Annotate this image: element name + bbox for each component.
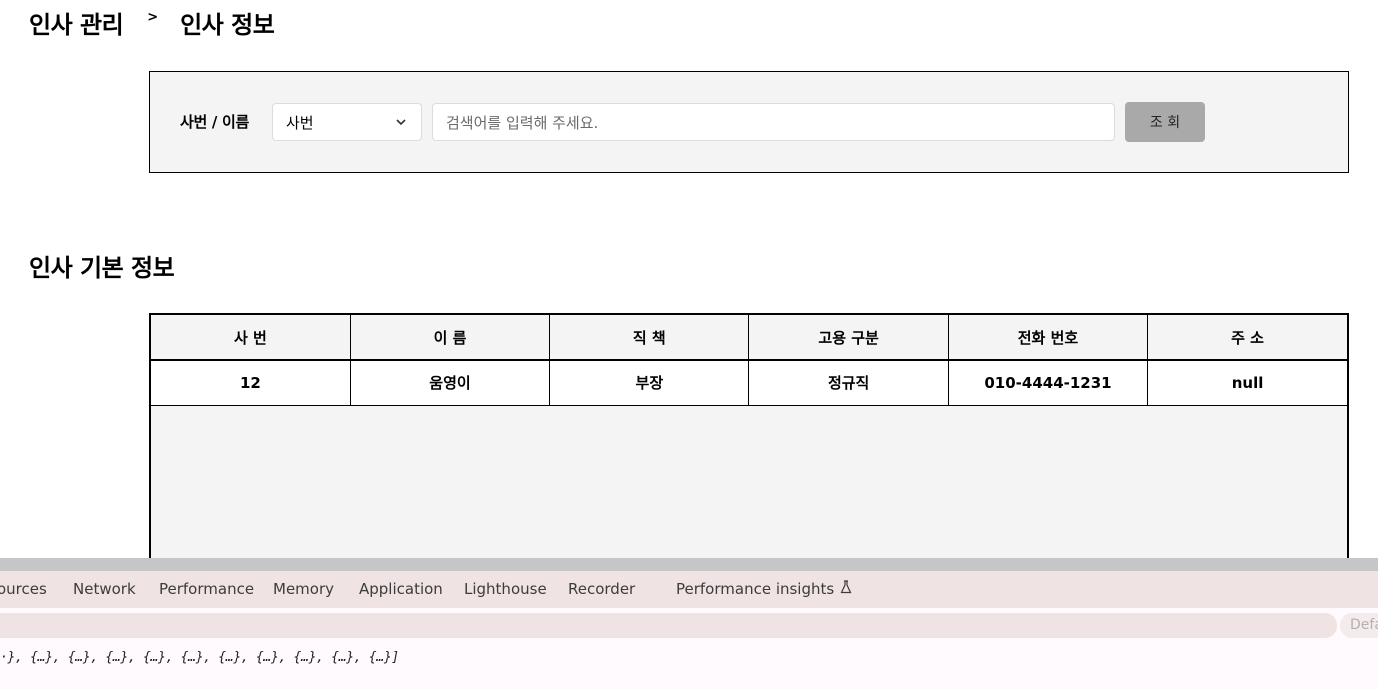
breadcrumb: 인사 관리 > 인사 정보	[29, 5, 275, 40]
table-cell: 12	[151, 360, 351, 406]
search-type-select[interactable]: 사번	[272, 103, 422, 141]
breadcrumb-separator-icon: >	[147, 9, 159, 25]
table-row[interactable]: 12 움영이 부장 정규직 010-4444-1231 null	[151, 360, 1347, 406]
tab-performance-insights[interactable]: Performance insights	[676, 580, 852, 598]
search-type-value: 사번	[286, 113, 314, 132]
search-label: 사번 / 이름	[180, 113, 250, 131]
page-title: 인사 정보	[180, 10, 275, 39]
search-input[interactable]: 검색어를 입력해 주세요.	[432, 103, 1115, 141]
table-cell: 움영이	[350, 360, 551, 406]
breadcrumb-parent[interactable]: 인사 관리	[29, 5, 124, 40]
console-filter-input[interactable]	[0, 613, 1337, 638]
tab-lighthouse[interactable]: Lighthouse	[464, 580, 547, 598]
flask-icon	[840, 580, 852, 594]
column-header-name: 이 름	[350, 315, 551, 361]
section-title: 인사 기본 정보	[29, 254, 175, 282]
tab-sources[interactable]: ources	[0, 580, 47, 598]
column-header-phone: 전화 번호	[948, 315, 1149, 361]
table-cell: 부장	[549, 360, 750, 406]
employee-table: 사 번 이 름 직 책 고용 구분 전화 번호 주 소 12 움영이 부장 정규…	[151, 315, 1347, 406]
search-panel: 사번 / 이름 사번 검색어를 입력해 주세요. 조 회	[149, 71, 1349, 173]
tab-recorder[interactable]: Recorder	[568, 580, 635, 598]
devtools-tab-bar: ources Network Performance Memory Applic…	[0, 571, 1378, 608]
table-header-row: 사 번 이 름 직 책 고용 구분 전화 번호 주 소	[151, 315, 1347, 361]
tab-performance[interactable]: Performance	[159, 580, 254, 598]
column-header-address: 주 소	[1147, 315, 1347, 361]
column-header-employment-type: 고용 구분	[748, 315, 949, 361]
chevron-down-icon	[396, 119, 406, 126]
tab-application[interactable]: Application	[359, 580, 443, 598]
devtools-panel: ources Network Performance Memory Applic…	[0, 558, 1378, 689]
column-header-employee-id: 사 번	[151, 315, 351, 361]
tab-memory[interactable]: Memory	[273, 580, 334, 598]
devtools-resize-bar[interactable]	[0, 558, 1378, 571]
log-level-dropdown[interactable]: Defa	[1340, 613, 1378, 638]
table-cell: 정규직	[748, 360, 949, 406]
search-button[interactable]: 조 회	[1125, 102, 1205, 142]
column-header-position: 직 책	[549, 315, 750, 361]
table-cell: 010-4444-1231	[948, 360, 1149, 406]
tab-network[interactable]: Network	[73, 580, 136, 598]
console-output: ·}, {…}, {…}, {…}, {…}, {…}, {…}, {…}, {…	[0, 650, 399, 665]
tab-performance-insights-label: Performance insights	[676, 580, 835, 598]
employee-table-container: 사 번 이 름 직 책 고용 구분 전화 번호 주 소 12 움영이 부장 정규…	[149, 313, 1349, 573]
search-input-placeholder: 검색어를 입력해 주세요.	[446, 113, 599, 132]
table-cell: null	[1147, 360, 1347, 406]
